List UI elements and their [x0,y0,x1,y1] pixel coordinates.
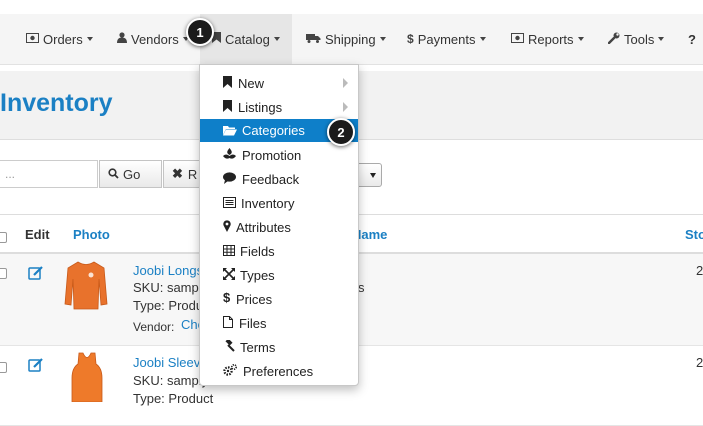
menu-item-label: Terms [240,339,276,355]
search-icon [108,167,119,182]
nav-tools-label: Tools [624,31,655,47]
menu-item-label: Feedback [242,171,300,187]
menu-item-feedback[interactable]: Feedback [200,167,358,191]
comment-icon [223,172,236,184]
nav-catalog-label: Catalog [225,31,270,47]
nav-payments[interactable]: $ Payments [407,14,486,64]
nav-catalog[interactable]: Catalog [200,14,292,64]
menu-item-label: Prices [236,291,273,307]
menu-item-prices[interactable]: $ Prices [200,287,358,311]
menu-item-preferences[interactable]: Preferences [200,359,358,383]
dollar-icon: $ [223,290,231,305]
truck-icon [306,32,321,46]
header-stock[interactable]: Sto [685,227,703,242]
select-all-checkbox[interactable] [0,232,7,243]
nav-help-label: ? [688,31,696,47]
row-checkbox[interactable] [0,268,7,279]
empire-icon [223,148,236,160]
product-photo-tanktop[interactable] [70,352,104,407]
wrench-icon [607,32,620,47]
money-icon [511,32,524,46]
menu-item-label: Attributes [236,219,291,235]
close-icon: ✖ [172,166,183,181]
nav-payments-label: Payments [417,31,476,47]
menu-item-promotion[interactable]: Promotion [200,143,358,167]
product-title[interactable]: Joobi Longs [133,263,203,278]
menu-item-label: Fields [240,243,275,259]
chevron-right-icon [343,78,348,88]
caret-down-icon [658,37,665,41]
map-marker-icon [223,220,235,232]
product-type: Type: Product [133,391,214,406]
chevron-right-icon [343,102,348,112]
menu-item-label: Promotion [242,147,302,163]
header-photo[interactable]: Photo [73,227,110,242]
cogs-icon [223,363,238,376]
user-icon [117,32,127,46]
menu-item-label: Categories [242,123,305,138]
bookmark-icon [223,76,235,88]
go-button[interactable]: Go [99,160,162,188]
arrows-icon [223,268,235,280]
reset-button-label: R [187,166,198,182]
caret-down-icon [273,37,280,41]
menu-item-fields[interactable]: Fields [200,239,358,263]
caret-down-icon [577,37,584,41]
header-edit: Edit [25,227,50,242]
gavel-icon [223,338,235,352]
menu-item-files[interactable]: Files [200,311,358,335]
nav-vendors[interactable]: Vendors [117,14,189,64]
caret-down-icon [86,37,93,41]
nav-tools[interactable]: Tools [607,14,665,64]
search-input[interactable]: ... [0,160,98,188]
menu-item-label: Preferences [243,363,314,379]
menu-item-label: Files [239,315,267,331]
list-alt-icon [223,196,236,208]
product-sku: SKU: samph [133,280,206,295]
bookmark-icon [223,100,235,112]
folder-open-icon [223,124,237,136]
edit-icon[interactable] [28,358,43,372]
nav-orders-label: Orders [43,31,83,47]
edit-icon[interactable] [28,266,43,280]
nav-reports-label: Reports [528,31,574,47]
nav-help[interactable]: ? [688,14,696,64]
menu-item-label: New [238,75,265,91]
dollar-icon: $ [407,32,414,46]
menu-item-attributes[interactable]: Attributes [200,215,358,239]
nav-reports[interactable]: Reports [511,14,584,64]
menu-item-label: Inventory [241,195,295,211]
menu-item-terms[interactable]: Terms [200,335,358,359]
menu-item-listings[interactable]: Listings [200,95,358,119]
menu-item-new[interactable]: New [200,71,358,95]
vendor-label: Vendor: [133,320,175,334]
menu-item-inventory[interactable]: Inventory [200,191,358,215]
stock-value: 2 [696,263,703,278]
go-button-label: Go [123,166,141,182]
caret-down-icon [379,37,386,41]
menu-item-label: Types [240,267,275,283]
search-placeholder: ... [5,167,16,181]
step-badge-2: 2 [327,118,355,146]
menu-item-label: Listings [238,99,283,115]
step-badge-1: 1 [186,18,214,46]
catalog-dropdown-menu: New Listings Categories Promotion Feedba… [199,64,359,386]
row-checkbox[interactable] [0,362,7,373]
product-title[interactable]: Joobi Sleev [133,355,200,370]
nav-shipping-label: Shipping [325,31,376,47]
caret-down-icon [370,173,376,178]
caret-down-icon [479,37,486,41]
product-sku: SKU: samply [133,373,209,388]
page-title: Inventory [0,89,113,117]
top-navbar: Orders Vendors Catalog Shipping $ Paymen… [0,14,703,65]
nav-vendors-label: Vendors [131,31,179,47]
money-icon [26,32,39,46]
table-icon [223,244,235,256]
stock-value: 2 [696,355,703,370]
nav-orders[interactable]: Orders [26,14,93,64]
product-photo-longsleeve[interactable] [64,259,108,316]
file-icon [223,316,235,328]
menu-item-types[interactable]: Types [200,263,358,287]
nav-shipping[interactable]: Shipping [306,14,386,64]
